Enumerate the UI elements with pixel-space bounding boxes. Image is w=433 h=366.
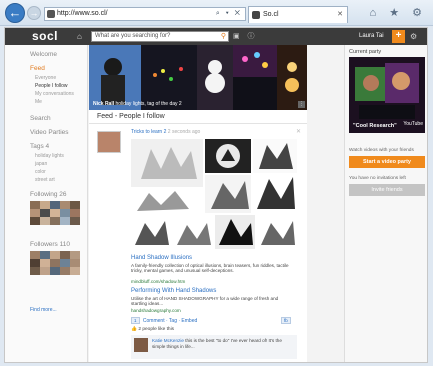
likes-text[interactable]: 2 people like this — [138, 327, 174, 332]
followers-avatars[interactable] — [30, 251, 80, 285]
left-sidebar: Welcome Feed Everyone People I follow My… — [5, 45, 88, 362]
feed-panel: Feed - People I follow Tricks to learn 2… — [89, 110, 307, 362]
party-thumbnail[interactable]: "Cool Research" YouTube — [349, 57, 425, 133]
post-avatar[interactable] — [97, 131, 121, 153]
user-name[interactable]: Laura Tai — [359, 33, 384, 39]
post-close-icon[interactable]: ✕ — [296, 128, 301, 135]
current-party-title: Current party — [349, 49, 382, 55]
invite-friends-button[interactable]: Invite friends — [349, 184, 425, 196]
nav-search[interactable]: Search — [30, 115, 51, 122]
find-more-link[interactable]: Find more... — [30, 307, 57, 313]
address-text: http://www.so.cl/ — [57, 10, 108, 17]
tab-close-icon[interactable]: ✕ — [337, 7, 343, 22]
site-topbar: socl ⌂ What are you searching for? ⚲ ▣ ⓘ… — [5, 28, 427, 45]
address-tools-icons[interactable]: ⌕ ▾ ✕ — [216, 8, 242, 20]
start-video-party-button[interactable]: Start a video party — [349, 156, 425, 168]
home-icon[interactable]: ⌂ — [77, 32, 82, 41]
back-button[interactable]: ← — [5, 3, 25, 23]
search-placeholder: What are you searching for? — [95, 33, 171, 39]
comment-avatar[interactable] — [134, 338, 148, 352]
banner-caption-text: holiday lights, tag of the day 2 — [115, 101, 182, 107]
comment-author[interactable]: Katie McKenzie — [152, 338, 184, 343]
browser-chrome: ← → http://www.so.cl/ ⌕ ▾ ✕ So.cl ✕ ⌂ ★ … — [0, 0, 433, 26]
post-image-grid[interactable] — [131, 139, 297, 249]
post-meta: Tricks to learn 2 2 seconds ago — [131, 129, 200, 135]
no-invitations-text: You have no invitations left — [349, 176, 406, 181]
youtube-logo: YouTube — [403, 121, 423, 127]
link-title[interactable]: Performing With Hand Shadows — [131, 288, 216, 294]
search-icon[interactable]: ⚲ — [221, 32, 226, 41]
comment-count-badge[interactable]: 1 — [131, 317, 140, 324]
tag-item[interactable]: color — [35, 169, 46, 175]
share-facebook-button[interactable]: fb — [281, 317, 291, 324]
tab-title: So.cl — [263, 11, 279, 18]
link-description: A family-friendly collection of optical … — [131, 263, 289, 274]
tab-socl[interactable]: So.cl ✕ — [248, 6, 348, 23]
comment-body: Katie McKenzie this is the best "to do" … — [152, 338, 292, 349]
divider — [89, 123, 307, 124]
banner-menu-icon[interactable]: ⋮ — [298, 101, 305, 108]
party-caption: "Cool Research" — [353, 123, 397, 129]
right-sidebar: Current party "Cool Research" YouTube Wa… — [344, 45, 427, 362]
nav-feed[interactable]: Feed — [30, 65, 45, 72]
link-source[interactable]: mindbluff.com/shadow.htm — [131, 279, 185, 284]
site-favicon-icon — [47, 10, 55, 18]
followers-header[interactable]: Followers 110 — [30, 241, 70, 248]
nav-feed-people-i-follow[interactable]: People I follow — [35, 83, 68, 89]
banner-name[interactable]: Nick Rall — [93, 101, 114, 107]
link-source[interactable]: handshadowgraphy.com — [131, 308, 181, 313]
likes-row: 👍 2 people like this — [131, 327, 174, 332]
following-avatars[interactable] — [30, 201, 80, 235]
nav-feed-me[interactable]: Me — [35, 99, 42, 105]
tag-item[interactable]: street art — [35, 177, 55, 183]
banner-caption: Nick Rall holiday lights, tag of the day… — [93, 101, 182, 107]
post-time: 2 seconds ago — [167, 129, 201, 135]
post-actions: 1 Comment · Tag · Embed — [131, 317, 197, 324]
nav-video-parties[interactable]: Video Parties — [30, 129, 69, 136]
browser-window: ← → http://www.so.cl/ ⌕ ▾ ✕ So.cl ✕ ⌂ ★ … — [0, 0, 433, 366]
tag-item[interactable]: japan — [35, 161, 47, 167]
nav-feed-everyone[interactable]: Everyone — [35, 75, 56, 81]
settings-gear-icon[interactable]: ⚙ — [410, 32, 417, 41]
forward-button[interactable]: → — [27, 6, 41, 20]
nav-tags-header[interactable]: Tags 4 — [30, 143, 49, 150]
socl-logo[interactable]: socl — [32, 29, 58, 43]
nav-feed-my-conversations[interactable]: My conversations — [35, 91, 74, 97]
nav-welcome[interactable]: Welcome — [30, 51, 57, 58]
featured-banner[interactable]: Nick Rall holiday lights, tag of the day… — [89, 45, 307, 110]
link-title[interactable]: Hand Shadow Illusions — [131, 255, 192, 261]
watch-videos-text: Watch videos with your friends — [349, 148, 414, 153]
create-post-button[interactable]: + — [392, 30, 405, 43]
feed-title: Feed - People I follow — [97, 113, 165, 120]
link-description: Utilise the art of HAND SHADOWGRAPHY for… — [131, 296, 279, 307]
like-icon[interactable]: 👍 — [131, 327, 137, 332]
address-bar[interactable]: http://www.so.cl/ ⌕ ▾ ✕ — [44, 7, 246, 21]
toolbar-icons[interactable]: ▣ ⓘ — [233, 31, 258, 41]
socl-page: socl ⌂ What are you searching for? ⚲ ▣ ⓘ… — [4, 27, 428, 363]
comment-item: Katie McKenzie this is the best "to do" … — [131, 335, 297, 359]
tag-item[interactable]: holiday lights — [35, 153, 64, 159]
hand-shadow-collage — [131, 139, 297, 249]
post-action-links[interactable]: Comment · Tag · Embed — [143, 318, 197, 324]
browser-tools-icons[interactable]: ⌂ ★ ⚙ — [370, 6, 427, 19]
following-header[interactable]: Following 26 — [30, 191, 67, 198]
tab-favicon-icon — [252, 11, 260, 19]
post-author[interactable]: Tricks to learn 2 — [131, 129, 166, 135]
search-input[interactable]: What are you searching for? ⚲ — [91, 31, 229, 42]
